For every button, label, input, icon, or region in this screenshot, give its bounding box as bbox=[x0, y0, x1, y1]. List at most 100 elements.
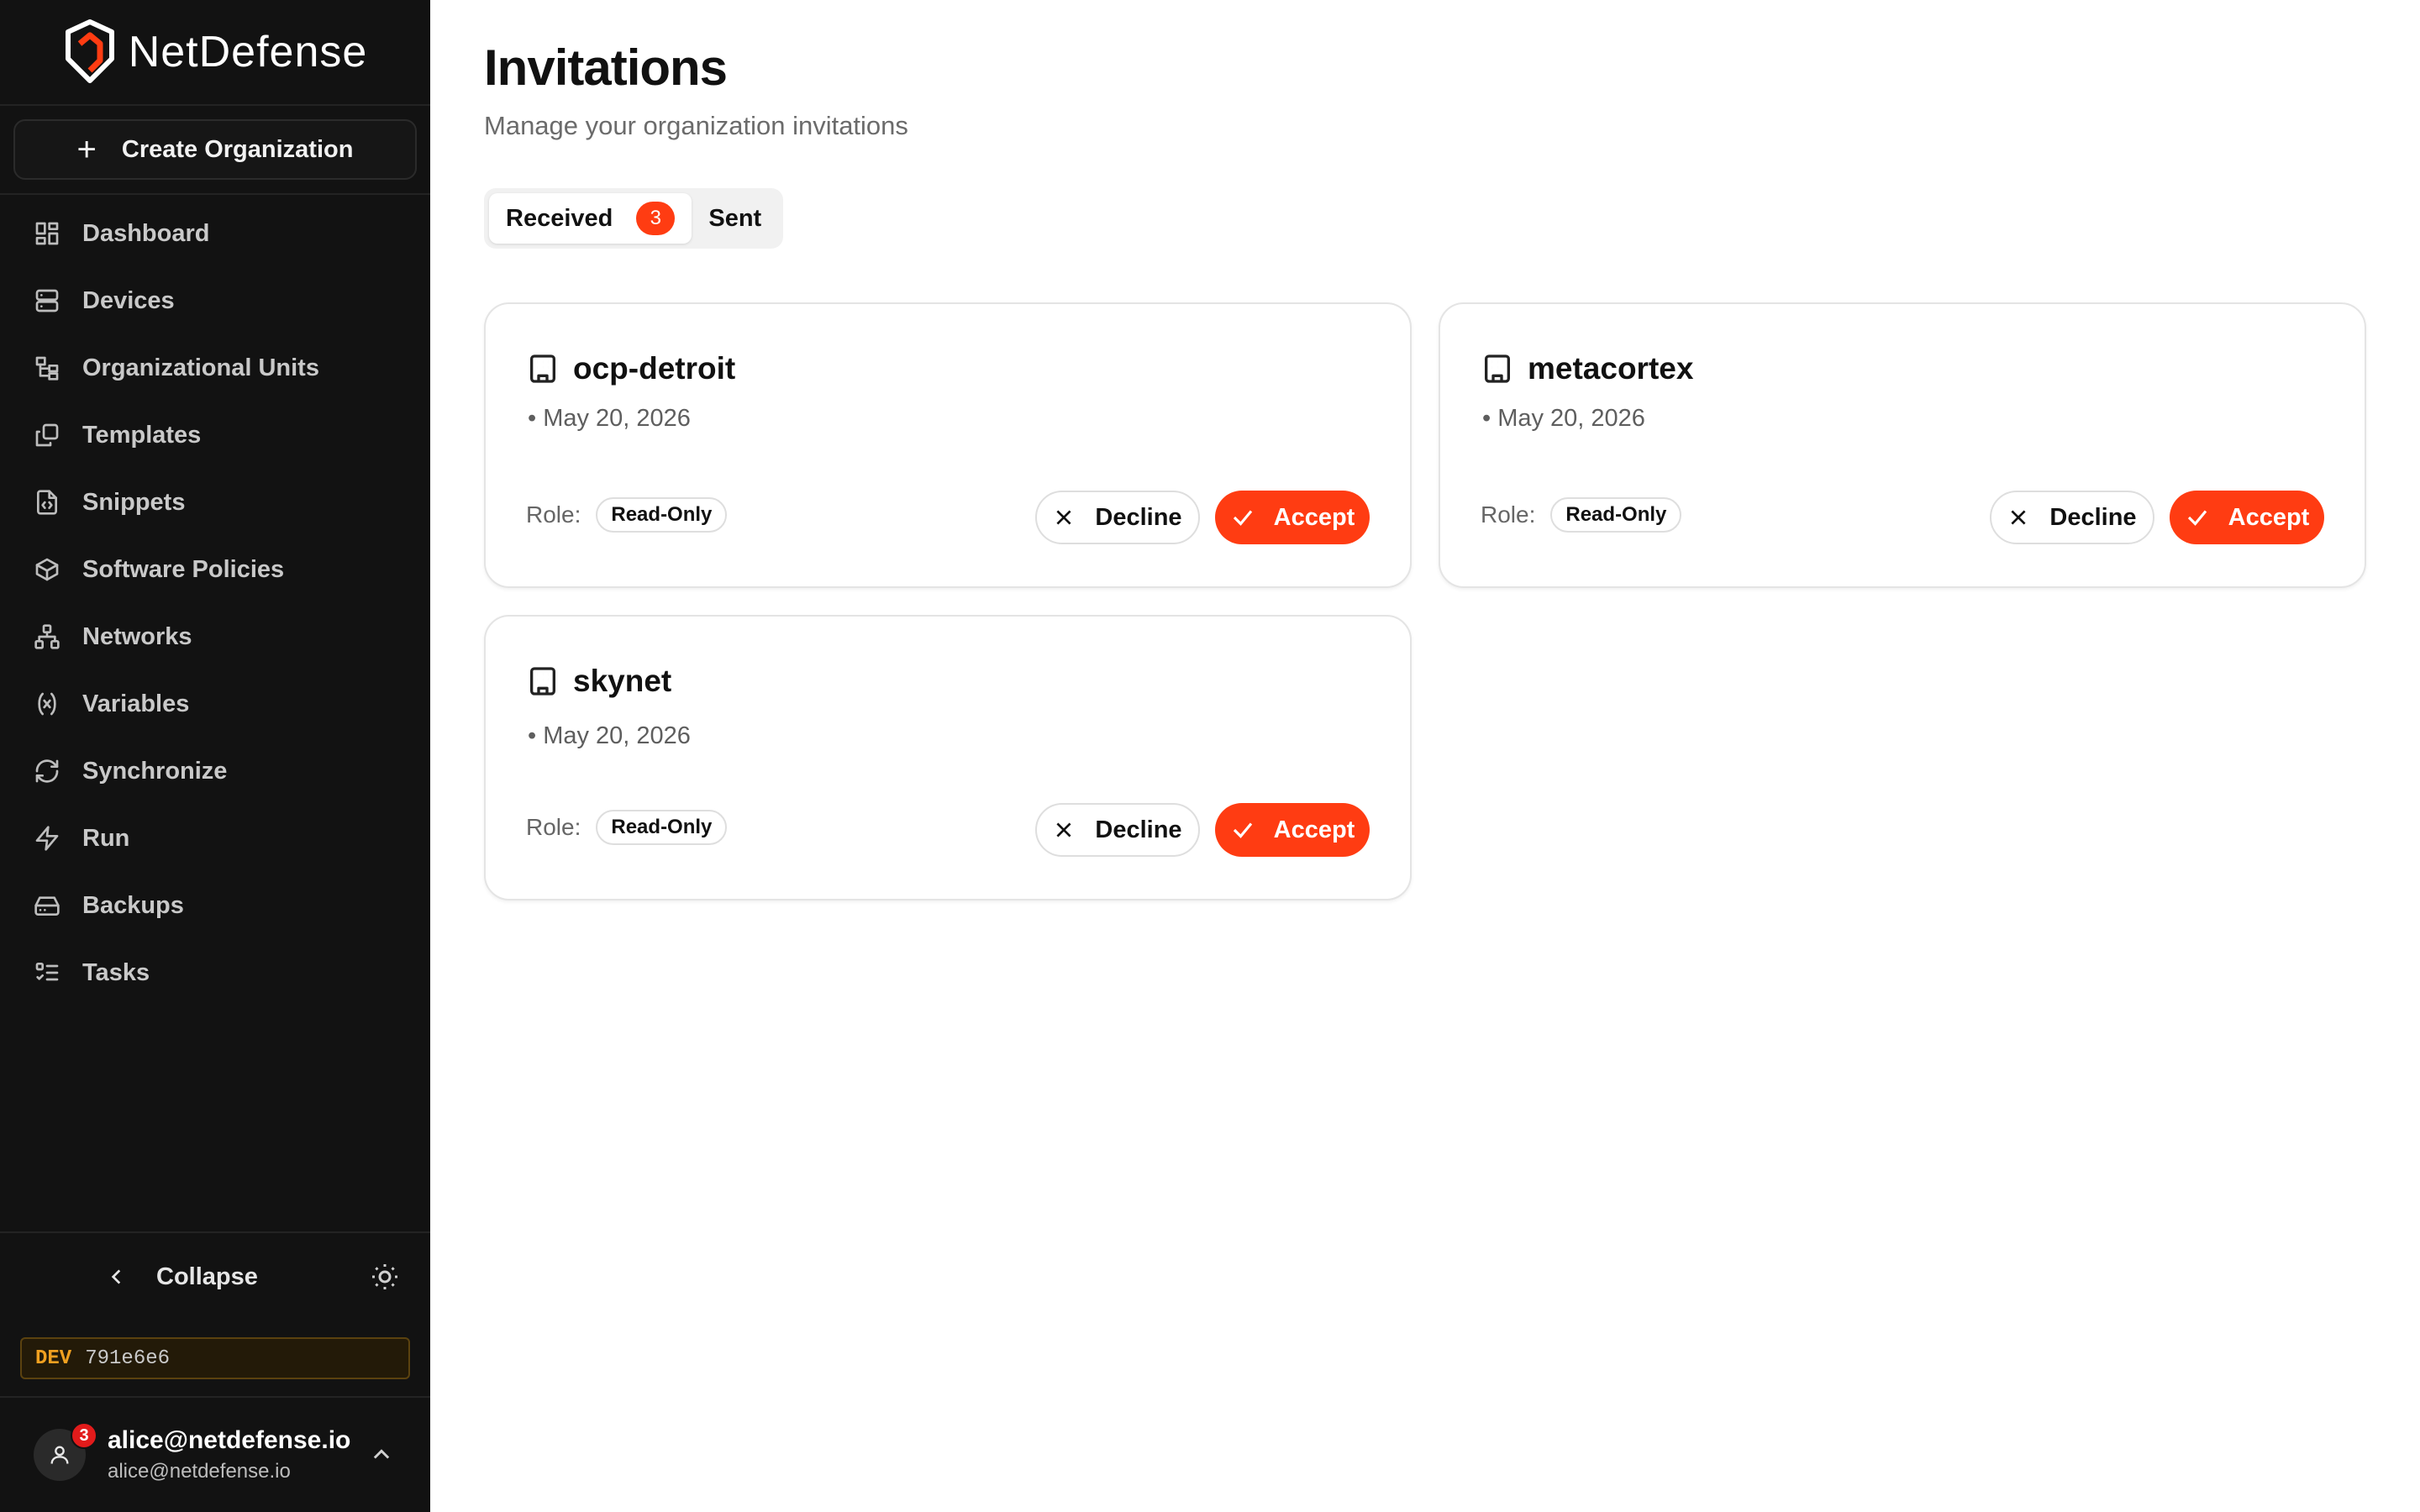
server-icon bbox=[35, 289, 59, 312]
organization-name: metacortex bbox=[1528, 351, 1694, 386]
building-icon bbox=[530, 354, 555, 383]
sidebar-item-organizational-units[interactable]: Organizational Units bbox=[0, 334, 430, 402]
templates-icon bbox=[35, 423, 59, 447]
check-icon bbox=[1233, 822, 1252, 838]
sidebar-nav: Dashboard Devices Organizational Units T… bbox=[0, 195, 430, 1006]
role-badge: Read-Only bbox=[1550, 497, 1682, 533]
page-subtitle: Manage your organization invitations bbox=[484, 111, 908, 140]
environment-tag: DEV bbox=[35, 1347, 72, 1370]
accept-button[interactable]: Accept bbox=[1215, 491, 1370, 544]
decline-button[interactable]: Decline bbox=[1035, 491, 1200, 544]
user-name: alice@netdefense.io bbox=[108, 1426, 351, 1454]
role-label: Role: bbox=[1481, 501, 1536, 528]
sidebar-item-backups[interactable]: Backups bbox=[0, 872, 430, 939]
brand[interactable]: NetDefense bbox=[0, 0, 430, 106]
sidebar-item-tasks[interactable]: Tasks bbox=[0, 939, 430, 1006]
sidebar-item-run[interactable]: Run bbox=[0, 805, 430, 872]
sidebar-item-variables[interactable]: Variables bbox=[0, 670, 430, 738]
sidebar-item-label: Dashboard bbox=[82, 219, 210, 247]
tab-received[interactable]: Received 3 bbox=[489, 193, 692, 244]
sidebar-item-label: Networks bbox=[82, 622, 192, 650]
lightning-icon bbox=[35, 826, 59, 851]
invitation-date: • May 20, 2026 bbox=[528, 722, 691, 749]
organization-name: skynet bbox=[573, 664, 672, 698]
code-file-icon bbox=[37, 490, 57, 515]
role-badge: Read-Only bbox=[596, 497, 728, 533]
chevron-left-icon bbox=[111, 1269, 121, 1284]
list-checks-icon bbox=[35, 963, 59, 981]
notification-badge: 3 bbox=[71, 1422, 97, 1449]
org-tree-icon bbox=[35, 356, 59, 381]
dashboard-icon bbox=[35, 222, 59, 245]
sidebar-item-dashboard[interactable]: Dashboard bbox=[0, 200, 430, 267]
sidebar-item-label: Devices bbox=[82, 286, 175, 314]
role-label: Role: bbox=[526, 501, 581, 528]
brand-name: NetDefense bbox=[128, 28, 368, 76]
sidebar-item-label: Organizational Units bbox=[82, 354, 319, 381]
user-email: alice@netdefense.io bbox=[108, 1460, 291, 1483]
role-label: Role: bbox=[526, 814, 581, 840]
close-icon bbox=[1056, 510, 1071, 525]
close-icon bbox=[1056, 822, 1071, 837]
environment-badge: DEV 791e6e6 bbox=[20, 1337, 410, 1379]
invitation-tabs: Received 3 Sent bbox=[484, 188, 784, 249]
user-icon bbox=[50, 1446, 69, 1464]
sun-icon bbox=[372, 1264, 397, 1289]
decline-label: Decline bbox=[1095, 816, 1182, 843]
check-icon bbox=[1233, 510, 1252, 526]
create-organization-button[interactable]: + Create Organization bbox=[13, 119, 417, 180]
accept-label: Accept bbox=[1273, 816, 1355, 843]
sidebar-item-networks[interactable]: Networks bbox=[0, 603, 430, 670]
sidebar-item-synchronize[interactable]: Synchronize bbox=[0, 738, 430, 805]
sidebar-item-label: Synchronize bbox=[82, 757, 228, 785]
invitation-date: • May 20, 2026 bbox=[528, 405, 691, 432]
main-content: Invitations Manage your organization inv… bbox=[430, 0, 2420, 1512]
sidebar-item-label: Variables bbox=[82, 690, 190, 717]
decline-button[interactable]: Decline bbox=[1990, 491, 2154, 544]
invitation-card: ocp-detroit • May 20, 2026 Role: Read-On… bbox=[484, 302, 1412, 588]
sidebar-item-label: Run bbox=[82, 824, 130, 852]
received-count-badge: 3 bbox=[636, 202, 676, 235]
decline-button[interactable]: Decline bbox=[1035, 803, 1200, 857]
sidebar-item-label: Snippets bbox=[82, 488, 186, 516]
chevron-up-icon[interactable] bbox=[370, 1443, 393, 1467]
hard-drive-icon bbox=[34, 896, 60, 916]
sidebar-item-label: Software Policies bbox=[82, 555, 285, 583]
invitation-card: skynet • May 20, 2026 Role: Read-Only De… bbox=[484, 615, 1412, 900]
building-icon bbox=[530, 667, 555, 696]
role-badge: Read-Only bbox=[596, 810, 728, 845]
collapse-button[interactable]: Collapse bbox=[106, 1263, 258, 1291]
organization-name: ocp-detroit bbox=[573, 351, 736, 386]
sidebar-item-devices[interactable]: Devices bbox=[0, 267, 430, 334]
tab-sent-label: Sent bbox=[708, 204, 762, 232]
theme-toggle-button[interactable] bbox=[370, 1262, 400, 1292]
accept-button[interactable]: Accept bbox=[2170, 491, 2324, 544]
tab-received-label: Received bbox=[506, 204, 613, 232]
accept-label: Accept bbox=[2228, 503, 2310, 531]
sidebar-item-templates[interactable]: Templates bbox=[0, 402, 430, 469]
check-icon bbox=[2187, 510, 2207, 526]
accept-label: Accept bbox=[1273, 503, 1355, 531]
plus-icon: + bbox=[76, 131, 97, 168]
network-icon bbox=[34, 624, 60, 649]
building-icon bbox=[1485, 354, 1510, 383]
close-icon bbox=[2011, 510, 2026, 525]
accept-button[interactable]: Accept bbox=[1215, 803, 1370, 857]
tab-sent[interactable]: Sent bbox=[692, 193, 778, 244]
user-menu[interactable]: 3 alice@netdefense.io alice@netdefense.i… bbox=[0, 1396, 430, 1512]
avatar[interactable]: 3 bbox=[34, 1422, 97, 1481]
variable-icon bbox=[38, 692, 56, 716]
page-title: Invitations bbox=[484, 39, 728, 96]
netdefense-logo-icon bbox=[65, 19, 114, 83]
package-icon bbox=[35, 558, 59, 581]
sidebar-item-software-policies[interactable]: Software Policies bbox=[0, 536, 430, 603]
create-organization-label: Create Organization bbox=[121, 135, 354, 163]
build-hash: 791e6e6 bbox=[85, 1347, 171, 1370]
refresh-icon bbox=[35, 759, 59, 783]
sidebar-item-label: Backups bbox=[82, 891, 184, 919]
decline-label: Decline bbox=[1095, 503, 1182, 531]
sidebar-item-label: Templates bbox=[82, 421, 202, 449]
invitation-card: metacortex • May 20, 2026 Role: Read-Onl… bbox=[1439, 302, 2366, 588]
sidebar-item-snippets[interactable]: Snippets bbox=[0, 469, 430, 536]
decline-label: Decline bbox=[2049, 503, 2137, 531]
